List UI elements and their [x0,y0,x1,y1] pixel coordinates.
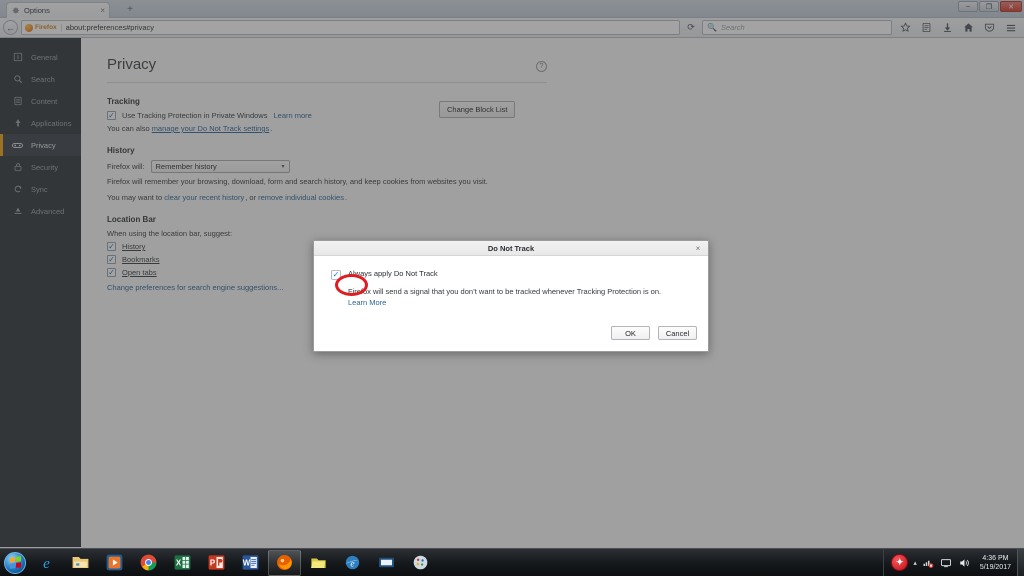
svg-text:W: W [243,559,251,568]
media-player-icon [105,553,124,572]
cancel-button[interactable]: Cancel [658,326,697,340]
start-button[interactable] [0,549,30,576]
dialog-close-icon[interactable]: × [692,241,704,256]
taskbar-folder[interactable] [302,550,335,576]
svg-text:P: P [210,559,215,568]
show-hidden-icons-chevron[interactable]: ▴ [913,559,917,567]
folder-icon [309,553,328,572]
taskbar-internet-explorer[interactable]: e [30,550,63,576]
dialog-title: Do Not Track [488,244,534,253]
dialog-body: ✓ Always apply Do Not Track Firefox will… [314,256,708,307]
taskbar-word[interactable]: W [234,550,267,576]
windows-taskbar: e X [0,548,1024,576]
always-apply-row: ✓ Always apply Do Not Track [331,269,692,280]
excel-icon: X [173,553,192,572]
powerpoint-icon: P [207,553,226,572]
volume-icon[interactable] [958,556,971,569]
firefox-icon [275,553,294,572]
taskbar-firefox[interactable] [268,550,301,576]
svg-text:e: e [350,559,354,569]
firefox-window: Options × + – ❐ ✕ ← Firefox about:prefer… [0,0,1024,548]
dialog-actions: OK Cancel [611,326,697,340]
paint-icon [411,553,430,572]
start-orb-icon [4,552,26,574]
taskbar-clock[interactable]: 4:36 PM 5/19/2017 [976,554,1015,572]
do-not-track-dialog: Do Not Track × ✓ Always apply Do Not Tra… [313,240,709,352]
svg-text:X: X [176,559,182,568]
taskbar-explorer-e[interactable]: e [336,550,369,576]
show-desktop-button[interactable] [1017,549,1024,576]
display-icon[interactable] [940,556,953,569]
explorer-e-icon: e [343,553,362,572]
clock-date: 5/19/2017 [980,563,1011,572]
taskbar-excel[interactable]: X [166,550,199,576]
taskbar-media-player[interactable] [98,550,131,576]
system-tray: ✦ ▴ 4:36 PM 5/19/2017 [883,549,1017,576]
taskbar-powerpoint[interactable]: P [200,550,233,576]
google-chrome-icon [139,553,158,572]
file-explorer-icon [71,553,90,572]
taskbar-paint[interactable] [404,550,437,576]
clock-time: 4:36 PM [980,554,1011,563]
taskbar-notepad[interactable] [370,550,403,576]
taskbar-file-explorer[interactable] [64,550,97,576]
taskbar-google-chrome[interactable] [132,550,165,576]
dialog-description: Firefox will send a signal that you don’… [348,287,692,296]
dialog-title-bar: Do Not Track × [314,241,708,256]
always-apply-dnt-label: Always apply Do Not Track [348,269,438,278]
always-apply-dnt-checkbox[interactable]: ✓ [331,270,341,280]
notepad-icon [377,553,396,572]
svg-text:e: e [43,556,50,572]
network-error-icon[interactable] [922,556,935,569]
word-icon: W [241,553,260,572]
internet-explorer-icon: e [37,553,56,572]
ok-button[interactable]: OK [611,326,650,340]
antivirus-tray-icon[interactable]: ✦ [891,554,908,571]
dialog-learn-more-link[interactable]: Learn More [348,298,692,307]
